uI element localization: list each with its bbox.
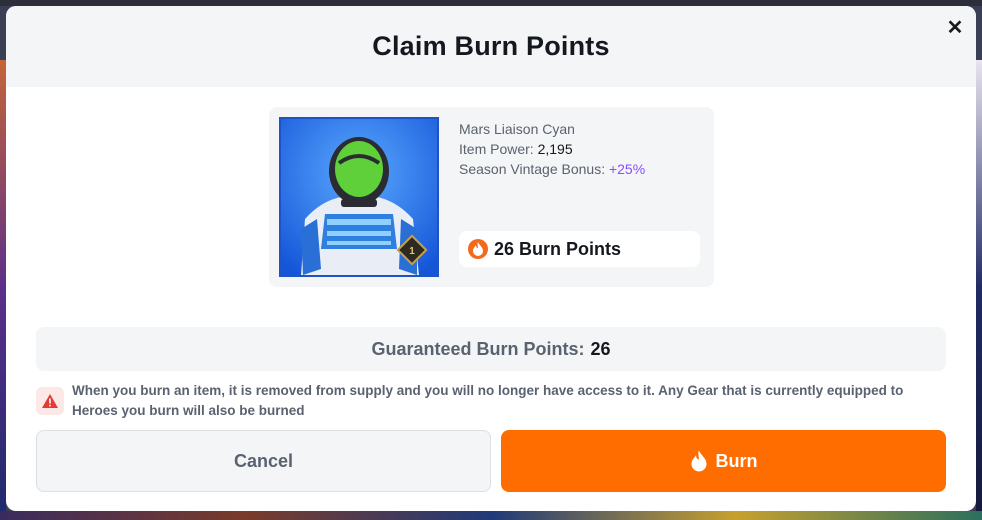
burn-button-label: Burn <box>715 450 758 471</box>
cancel-button-label: Cancel <box>233 450 294 471</box>
astronaut-image: 1 <box>281 119 437 275</box>
close-button[interactable]: ✕ <box>942 14 968 40</box>
item-power-label: Item Power: <box>459 141 534 157</box>
claim-burn-points-modal: Claim Burn Points ✕ 1 Mars Liaison Cyan … <box>6 6 976 511</box>
modal-title: Claim Burn Points <box>372 31 610 61</box>
item-name: Mars Liaison Cyan <box>459 121 575 137</box>
cancel-button[interactable]: Cancel <box>36 430 491 492</box>
warning-triangle-icon <box>36 387 64 415</box>
item-bonus-value: +25% <box>608 161 646 177</box>
burn-button[interactable]: Burn <box>501 430 946 492</box>
item-bonus-label: Season Vintage Bonus: <box>459 161 606 177</box>
modal-header: Claim Burn Points <box>6 6 976 87</box>
item-power-row: Item Power: 2,195 <box>459 139 645 159</box>
item-card: 1 Mars Liaison Cyan Item Power: 2,195 Se… <box>269 107 714 287</box>
item-bonus-row: Season Vintage Bonus: +25% <box>459 159 645 179</box>
guaranteed-value: 26 <box>590 338 611 359</box>
item-power-value: 2,195 <box>537 141 573 157</box>
background-bottom-bar <box>0 511 982 520</box>
item-thumbnail: 1 <box>279 117 439 277</box>
flame-icon <box>690 450 708 472</box>
flame-icon <box>468 239 488 259</box>
guaranteed-burn-points: Guaranteed Burn Points: 26 <box>36 327 946 371</box>
guaranteed-label: Guaranteed Burn Points: <box>371 338 585 359</box>
burn-points-pill: 26 Burn Points <box>459 231 700 267</box>
item-info: Mars Liaison Cyan Item Power: 2,195 Seas… <box>459 119 645 179</box>
background-right-panel <box>976 60 982 520</box>
warning-text: When you burn an item, it is removed fro… <box>72 383 904 418</box>
level-badge-number: 1 <box>409 246 415 257</box>
burn-points-value: 26 Burn Points <box>494 238 622 259</box>
close-icon: ✕ <box>946 16 964 39</box>
burn-warning: When you burn an item, it is removed fro… <box>36 381 946 423</box>
